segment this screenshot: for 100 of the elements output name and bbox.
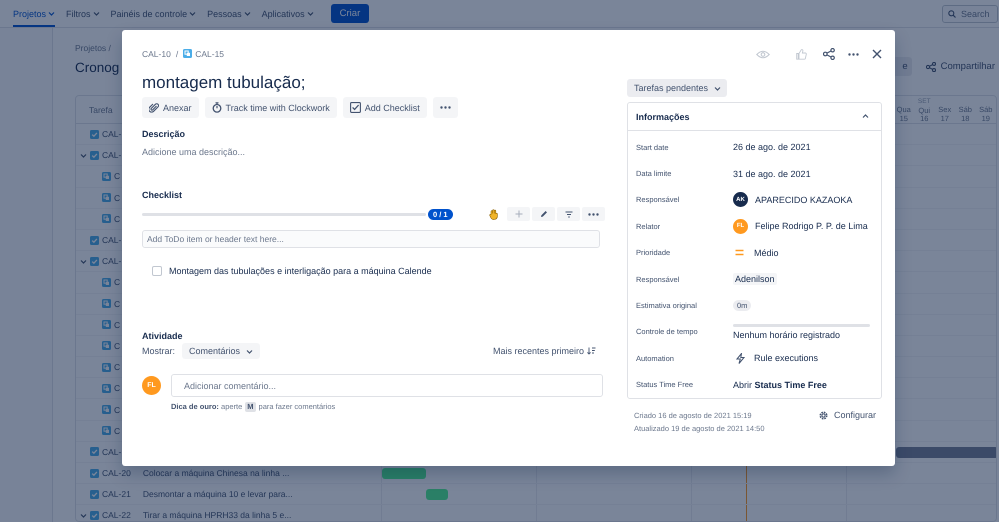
- issue-summary[interactable]: Desmontar a máquina 10 e levar para...: [142, 489, 293, 500]
- issue-key[interactable]: C: [114, 383, 120, 394]
- subtask-icon: [102, 362, 111, 372]
- toolbar-button[interactable]: [582, 207, 605, 221]
- status-dropdown[interactable]: Tarefas pendentes: [627, 79, 727, 97]
- chevron-icon[interactable]: [80, 152, 87, 159]
- breadcrumb-link[interactable]: CAL-10: [142, 48, 171, 58]
- stopwatch-icon: [212, 102, 222, 113]
- issue-key[interactable]: C: [114, 214, 120, 224]
- issue-key[interactable]: C: [114, 192, 120, 203]
- breadcrumb-separator: /: [176, 48, 178, 58]
- share-button[interactable]: [823, 48, 835, 60]
- priority-icon: [735, 249, 744, 256]
- issue-key[interactable]: CAL-: [102, 129, 122, 140]
- pencil-icon: [540, 210, 548, 218]
- checklist-item: Montagem das tubulações e interligação para a máquina Calende: [169, 266, 432, 276]
- nav-item[interactable]: Aplicativos: [262, 0, 314, 27]
- breadcrumb-link[interactable]: CAL-15: [183, 48, 224, 58]
- paperclip-icon: [149, 102, 159, 112]
- section-heading: Descrição: [142, 128, 186, 140]
- action-button[interactable]: Track time with Clockwork: [204, 97, 337, 118]
- issue-key[interactable]: CAL-: [102, 256, 122, 266]
- nav-item[interactable]: Painéis de controle: [110, 0, 196, 27]
- more-button[interactable]: [848, 52, 859, 56]
- gantt-bar[interactable]: [896, 446, 996, 458]
- subtask-icon: [183, 49, 192, 58]
- subtask-icon: [102, 278, 111, 287]
- field-link[interactable]: Abrir Status Time Free: [733, 380, 827, 390]
- issue-key[interactable]: CAL-: [102, 150, 122, 160]
- section-heading: Checklist: [142, 189, 184, 201]
- close-button[interactable]: [872, 49, 882, 59]
- more-button[interactable]: [432, 97, 458, 118]
- subtask-icon: [102, 214, 111, 224]
- issue-summary[interactable]: Colocar a máquina Chinesa na linha ...: [142, 468, 290, 478]
- todo-input[interactable]: Add ToDo item or header text here...: [142, 230, 600, 248]
- gear-icon: [818, 410, 829, 421]
- issue-title[interactable]: montagem tubulação;: [142, 73, 605, 93]
- issue-key[interactable]: C: [114, 340, 120, 351]
- chevron-icon[interactable]: [80, 258, 87, 265]
- checkbox[interactable]: [152, 266, 162, 276]
- issue-key[interactable]: C: [114, 298, 120, 309]
- user-name[interactable]: APARECIDO KAZAOKA: [755, 194, 852, 205]
- chevron-icon[interactable]: [244, 10, 251, 17]
- share-button[interactable]: Compartilhar: [926, 61, 995, 72]
- plus-icon: [514, 210, 522, 218]
- sort-icon: [587, 347, 596, 355]
- subtask-icon: [102, 193, 111, 202]
- filter-icon: [564, 210, 572, 218]
- nav-item[interactable]: Projetos: [13, 0, 56, 27]
- task-icon: [90, 256, 99, 266]
- more-icon: [588, 212, 599, 216]
- issue-key[interactable]: C: [114, 426, 120, 436]
- chevron-icon[interactable]: [306, 10, 314, 17]
- issue-key[interactable]: C: [114, 404, 120, 415]
- issue-key[interactable]: C: [114, 362, 120, 372]
- field-value[interactable]: Rule executions: [754, 353, 818, 364]
- sort-button[interactable]: Mais recentes primeiro: [492, 346, 596, 356]
- search-icon: [948, 10, 956, 18]
- filter-dropdown[interactable]: Comentários: [182, 343, 260, 359]
- configure-button[interactable]: Configurar: [818, 409, 882, 422]
- issue-key[interactable]: C: [114, 320, 120, 330]
- field-value[interactable]: 31 de ago. de 2021: [733, 168, 811, 179]
- user-name[interactable]: Felipe Rodrigo P. P. de Lima: [755, 221, 868, 232]
- nav-item[interactable]: Pessoas: [207, 0, 251, 27]
- user-tag[interactable]: Adenilson: [733, 273, 777, 286]
- chevron-icon[interactable]: [189, 10, 196, 17]
- toolbar-button[interactable]: [557, 207, 580, 221]
- chevron-icon: [862, 113, 869, 120]
- field-value[interactable]: 26 de ago. de 2021: [733, 142, 811, 152]
- details-header[interactable]: Informações: [628, 103, 881, 131]
- chevron-icon: [246, 348, 254, 354]
- create-button[interactable]: Criar: [330, 4, 370, 23]
- subtask-icon: [102, 405, 111, 414]
- task-icon: [90, 468, 99, 478]
- chevron-icon[interactable]: [92, 10, 100, 17]
- issue-summary[interactable]: Tirar a máquina HPRH33 da linha 5 e...: [142, 510, 292, 520]
- issue-key[interactable]: CAL-: [102, 235, 122, 246]
- issue-key[interactable]: CAL-22: [102, 510, 131, 520]
- nav-item[interactable]: Filtros: [66, 0, 100, 27]
- task-icon: [90, 150, 99, 160]
- chevron-icon[interactable]: [48, 10, 56, 17]
- subtask-icon: [102, 384, 111, 393]
- issue-key[interactable]: C: [114, 277, 120, 288]
- issue-key[interactable]: C: [114, 171, 120, 182]
- comment-field[interactable]: Adicionar comentário...: [171, 374, 603, 397]
- search-field[interactable]: Search: [942, 4, 998, 22]
- description-placeholder[interactable]: Adicione uma descrição...: [142, 146, 605, 158]
- page-title: Cronog: [75, 59, 120, 77]
- field-value[interactable]: Médio: [754, 248, 779, 258]
- action-button[interactable]: Anexar: [142, 97, 199, 118]
- thumbs-up-button[interactable]: [796, 48, 807, 60]
- task-icon: [90, 447, 99, 456]
- issue-key[interactable]: CAL-21: [102, 489, 131, 500]
- action-button[interactable]: Add Checklist: [342, 97, 427, 118]
- chevron-icon[interactable]: [80, 512, 87, 519]
- breadcrumb[interactable]: Projetos /: [75, 43, 120, 53]
- toolbar-button[interactable]: [532, 207, 555, 221]
- subtask-icon: [102, 172, 111, 181]
- issue-key[interactable]: CAL-: [102, 446, 122, 457]
- issue-key[interactable]: CAL-20: [102, 468, 131, 478]
